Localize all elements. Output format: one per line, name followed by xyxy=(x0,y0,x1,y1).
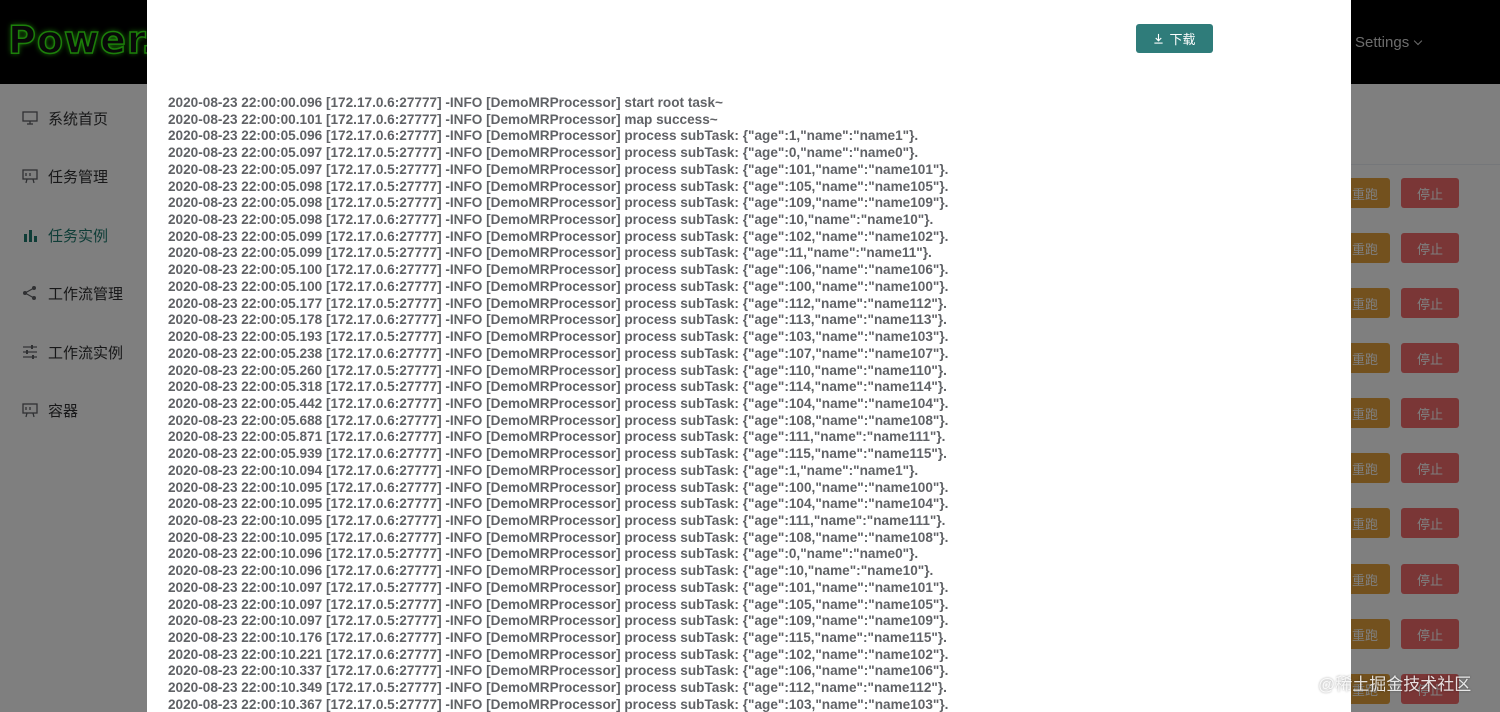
log-line: 2020-08-23 22:00:05.099 [172.17.0.5:2777… xyxy=(168,245,932,261)
log-line: 2020-08-23 22:00:05.193 [172.17.0.5:2777… xyxy=(168,329,949,345)
log-line: 2020-08-23 22:00:10.176 [172.17.0.6:2777… xyxy=(168,630,947,645)
log-line: 2020-08-23 22:00:10.095 [172.17.0.6:2777… xyxy=(168,496,949,512)
log-line: 2020-08-23 22:00:10.221 [172.17.0.6:2777… xyxy=(168,646,949,662)
log-line: 2020-08-23 22:00:05.100 [172.17.0.6:2777… xyxy=(168,278,949,294)
log-line: 2020-08-23 22:00:05.177 [172.17.0.5:2777… xyxy=(168,295,947,311)
log-line: 2020-08-23 22:00:05.096 [172.17.0.6:2777… xyxy=(168,128,919,144)
log-line: 2020-08-23 22:00:05.098 [172.17.0.5:2777… xyxy=(168,195,949,211)
log-line: 2020-08-23 22:00:05.688 [172.17.0.6:2777… xyxy=(168,412,949,428)
log-line: 2020-08-23 22:00:00.096 [172.17.0.6:2777… xyxy=(168,95,723,110)
log-line: 2020-08-23 22:00:05.178 [172.17.0.6:2777… xyxy=(168,312,947,328)
log-line: 2020-08-23 22:00:10.337 [172.17.0.6:2777… xyxy=(168,663,949,679)
log-line: 2020-08-23 22:00:10.095 [172.17.0.6:2777… xyxy=(168,529,949,545)
log-line: 2020-08-23 22:00:10.097 [172.17.0.5:2777… xyxy=(168,596,949,612)
log-line: 2020-08-23 22:00:10.096 [172.17.0.5:2777… xyxy=(168,546,919,562)
download-button[interactable]: 下载 xyxy=(1136,24,1213,53)
log-line: 2020-08-23 22:00:10.097 [172.17.0.5:2777… xyxy=(168,613,949,629)
log-line: 2020-08-23 22:00:10.094 [172.17.0.6:2777… xyxy=(168,462,919,478)
log-line: 2020-08-23 22:00:00.101 [172.17.0.6:2777… xyxy=(168,111,718,127)
log-line: 2020-08-23 22:00:10.095 [172.17.0.6:2777… xyxy=(168,512,946,528)
log-line: 2020-08-23 22:00:05.099 [172.17.0.6:2777… xyxy=(168,228,949,244)
log-line: 2020-08-23 22:00:05.100 [172.17.0.6:2777… xyxy=(168,262,949,278)
log-dialog: 下载 2020-08-23 22:00:00.096 [172.17.0.6:2… xyxy=(147,0,1351,712)
log-line: 2020-08-23 22:00:05.238 [172.17.0.6:2777… xyxy=(168,345,949,361)
log-line: 2020-08-23 22:00:05.097 [172.17.0.5:2777… xyxy=(168,145,919,161)
log-line: 2020-08-23 22:00:05.442 [172.17.0.6:2777… xyxy=(168,395,949,411)
log-line: 2020-08-23 22:00:05.097 [172.17.0.5:2777… xyxy=(168,161,949,177)
log-line: 2020-08-23 22:00:05.098 [172.17.0.6:2777… xyxy=(168,212,934,228)
log-line: 2020-08-23 22:00:10.097 [172.17.0.5:2777… xyxy=(168,579,949,595)
log-line: 2020-08-23 22:00:05.318 [172.17.0.5:2777… xyxy=(168,379,947,395)
log-line: 2020-08-23 22:00:05.098 [172.17.0.5:2777… xyxy=(168,178,949,194)
download-label: 下载 xyxy=(1169,32,1196,47)
log-line: 2020-08-23 22:00:10.367 [172.17.0.5:2777… xyxy=(168,696,949,712)
watermark: @稀土掘金技术社区 xyxy=(1318,675,1472,694)
log-line: 2020-08-23 22:00:10.349 [172.17.0.5:2777… xyxy=(168,680,947,696)
download-icon xyxy=(1154,33,1164,44)
log-line: 2020-08-23 22:00:05.871 [172.17.0.6:2777… xyxy=(168,429,946,445)
log-line: 2020-08-23 22:00:10.095 [172.17.0.6:2777… xyxy=(168,479,949,495)
log-line: 2020-08-23 22:00:05.260 [172.17.0.5:2777… xyxy=(168,362,947,378)
log-line: 2020-08-23 22:00:10.096 [172.17.0.6:2777… xyxy=(168,563,934,579)
log-line: 2020-08-23 22:00:05.939 [172.17.0.6:2777… xyxy=(168,446,947,462)
log-content: 2020-08-23 22:00:00.096 [172.17.0.6:2777… xyxy=(168,95,1328,712)
